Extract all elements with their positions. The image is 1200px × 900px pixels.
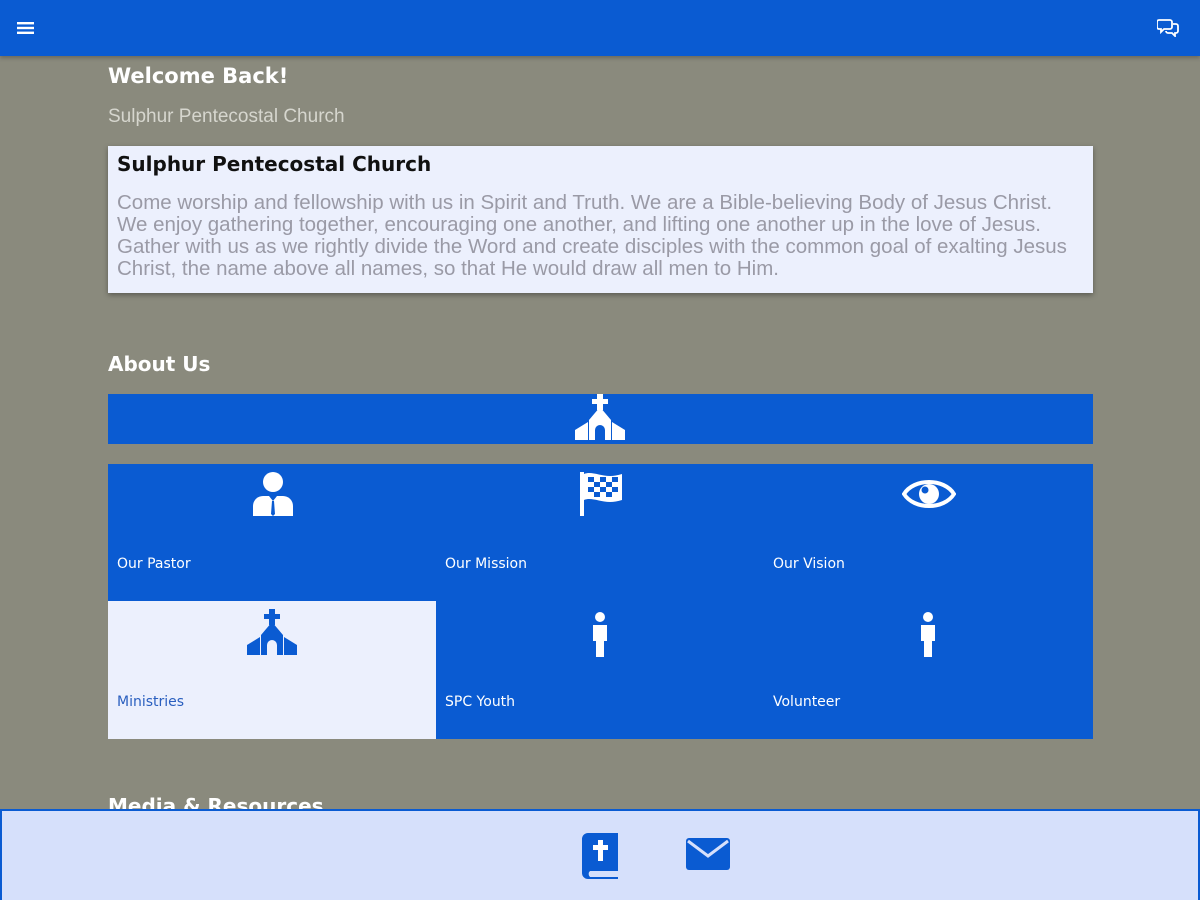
person-icon — [593, 612, 607, 657]
pastor-icon — [253, 472, 293, 516]
about-banner[interactable] — [108, 394, 1093, 444]
intro-card-title: Sulphur Pentecostal Church — [117, 152, 432, 176]
checkered-flag-icon — [580, 472, 622, 516]
person-icon — [921, 612, 935, 657]
chat-bubbles-icon[interactable] — [1157, 17, 1179, 37]
tile-volunteer[interactable]: Volunteer — [764, 601, 1093, 739]
tile-label-volunteer: Volunteer — [773, 694, 841, 710]
tile-label-our-pastor: Our Pastor — [117, 556, 191, 572]
about-us-heading: About Us — [108, 352, 211, 376]
tile-label-ministries: Ministries — [117, 694, 185, 710]
intro-card-body: Come worship and fellowship with us in S… — [117, 191, 1067, 280]
tile-our-pastor[interactable]: Our Pastor — [108, 464, 436, 601]
tile-our-vision[interactable]: Our Vision — [764, 464, 1093, 601]
about-tiles-grid: Our Pastor Our Mission Our Vision Minist… — [108, 464, 1093, 739]
tile-spc-youth[interactable]: SPC Youth — [436, 601, 764, 739]
bible-icon[interactable] — [580, 831, 622, 879]
tile-label-spc-youth: SPC Youth — [445, 694, 516, 710]
eye-icon — [902, 480, 956, 508]
envelope-icon[interactable] — [684, 836, 732, 872]
top-app-bar — [0, 0, 1200, 56]
tile-label-our-mission: Our Mission — [445, 556, 527, 572]
hamburger-menu-icon[interactable] — [17, 21, 35, 35]
tile-label-our-vision: Our Vision — [773, 556, 845, 572]
church-subheading: Sulphur Pentecostal Church — [108, 106, 345, 127]
welcome-heading: Welcome Back! — [108, 64, 289, 88]
bottom-nav-bar — [0, 809, 1200, 900]
church-icon — [247, 609, 297, 655]
intro-card: Sulphur Pentecostal Church Come worship … — [108, 146, 1093, 293]
tile-our-mission[interactable]: Our Mission — [436, 464, 764, 601]
church-icon — [575, 394, 625, 440]
tile-ministries[interactable]: Ministries — [108, 601, 436, 739]
